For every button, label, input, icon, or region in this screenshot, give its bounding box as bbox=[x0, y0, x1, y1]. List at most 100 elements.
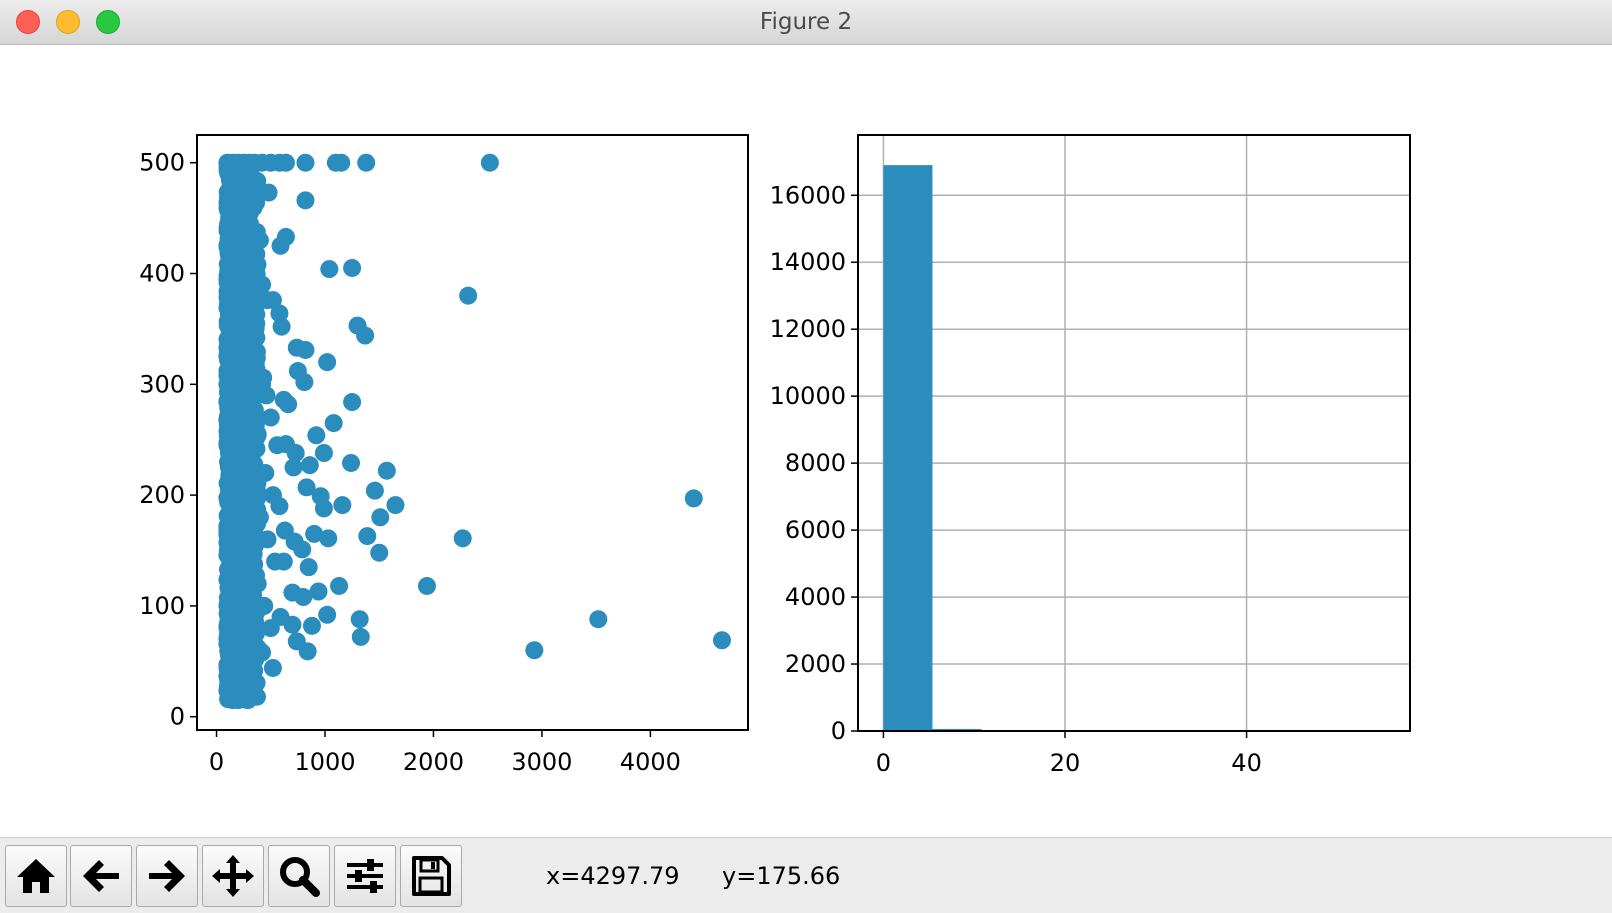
scatter-point bbox=[366, 482, 384, 500]
y-tick-label: 2000 bbox=[785, 650, 846, 678]
scatter-point bbox=[685, 489, 703, 507]
scatter-point bbox=[241, 187, 259, 205]
scatter-point bbox=[241, 443, 259, 461]
scatter-point bbox=[243, 220, 261, 238]
scatter-point bbox=[295, 373, 313, 391]
scatter-point bbox=[223, 276, 241, 294]
scatter-point bbox=[371, 508, 389, 526]
scatter-point bbox=[296, 191, 314, 209]
scatter-point bbox=[224, 691, 242, 709]
x-tick-label: 2000 bbox=[403, 748, 464, 776]
scatter-point bbox=[352, 628, 370, 646]
pan-button[interactable] bbox=[202, 845, 264, 907]
x-tick-label: 20 bbox=[1050, 749, 1081, 777]
forward-button[interactable] bbox=[136, 845, 198, 907]
scatter-point bbox=[296, 341, 314, 359]
scatter-point bbox=[264, 659, 282, 677]
scatter-point bbox=[264, 486, 282, 504]
y-tick-label: 500 bbox=[139, 149, 185, 177]
scatter-point bbox=[273, 318, 291, 336]
y-tick-label: 100 bbox=[139, 592, 185, 620]
scatter-point bbox=[320, 260, 338, 278]
scatter-point bbox=[262, 619, 280, 637]
scatter-point bbox=[301, 456, 319, 474]
scatter-point bbox=[221, 505, 239, 523]
x-tick-label: 4000 bbox=[620, 748, 681, 776]
x-tick-label: 0 bbox=[876, 749, 891, 777]
x-tick-label: 1000 bbox=[294, 748, 355, 776]
scatter-point bbox=[256, 464, 274, 482]
scatter-point bbox=[713, 631, 731, 649]
scatter-point bbox=[230, 396, 248, 414]
x-tick-label: 0 bbox=[209, 748, 224, 776]
scatter-point bbox=[221, 564, 239, 582]
histogram-axes-frame bbox=[858, 135, 1410, 731]
y-tick-label: 14000 bbox=[770, 248, 846, 276]
y-tick-label: 6000 bbox=[785, 516, 846, 544]
scatter-point bbox=[325, 414, 343, 432]
scatter-point bbox=[257, 386, 275, 404]
scatter-point bbox=[224, 632, 242, 650]
home-button[interactable] bbox=[5, 845, 67, 907]
scatter-point bbox=[221, 529, 239, 547]
scatter-point bbox=[249, 575, 267, 593]
scatter-point bbox=[222, 327, 240, 345]
zoom-button[interactable] bbox=[268, 845, 330, 907]
scatter-point bbox=[260, 184, 278, 202]
y-tick-label: 10000 bbox=[770, 382, 846, 410]
scatter-point bbox=[218, 375, 236, 393]
scatter-point bbox=[481, 154, 499, 172]
scatter-point bbox=[249, 425, 267, 443]
x-tick-label: 3000 bbox=[511, 748, 572, 776]
navigation-toolbar: x=4297.79 y=175.66 bbox=[0, 837, 1612, 913]
scatter-point bbox=[247, 253, 265, 271]
save-button[interactable] bbox=[400, 845, 462, 907]
configure-subplots-button[interactable] bbox=[334, 845, 396, 907]
y-tick-label: 300 bbox=[139, 370, 185, 398]
scatter-axes-frame bbox=[197, 135, 748, 730]
scatter-point bbox=[330, 577, 348, 595]
scatter-point bbox=[357, 154, 375, 172]
scatter-point bbox=[358, 527, 376, 545]
scatter-point bbox=[315, 444, 333, 462]
scatter-point bbox=[219, 427, 237, 445]
move-icon bbox=[211, 854, 255, 898]
scatter-plot: 010002000300040000100200300400500 bbox=[110, 120, 790, 820]
scatter-point bbox=[315, 499, 333, 517]
figure-canvas[interactable]: 010002000300040000100200300400500 020400… bbox=[0, 45, 1612, 837]
scatter-point bbox=[221, 347, 239, 365]
scatter-point bbox=[272, 237, 290, 255]
y-tick-label: 0 bbox=[831, 717, 846, 745]
scatter-point bbox=[333, 496, 351, 514]
scatter-point bbox=[259, 530, 277, 548]
y-tick-label: 4000 bbox=[785, 583, 846, 611]
y-tick-label: 8000 bbox=[785, 449, 846, 477]
scatter-point bbox=[327, 154, 345, 172]
scatter-point bbox=[356, 327, 374, 345]
grid-lines bbox=[858, 135, 1410, 731]
back-button[interactable] bbox=[70, 845, 132, 907]
scatter-point bbox=[300, 558, 318, 576]
scatter-point bbox=[262, 409, 280, 427]
x-coordinate-readout: x=4297.79 bbox=[546, 862, 680, 890]
scatter-point bbox=[253, 276, 271, 294]
x-tick-label: 40 bbox=[1231, 749, 1262, 777]
y-tick-label: 0 bbox=[170, 703, 185, 731]
floppy-disk-icon bbox=[409, 854, 453, 898]
y-tick-label: 12000 bbox=[770, 315, 846, 343]
scatter-point bbox=[220, 229, 238, 247]
scatter-point bbox=[343, 259, 361, 277]
histogram-bars bbox=[883, 165, 1373, 731]
scatter-point bbox=[238, 165, 256, 183]
scatter-point bbox=[279, 395, 297, 413]
scatter-point bbox=[303, 617, 321, 635]
scatter-point bbox=[231, 467, 249, 485]
title-bar: Figure 2 bbox=[0, 0, 1612, 45]
sliders-icon bbox=[343, 854, 387, 898]
home-icon bbox=[14, 854, 58, 898]
y-tick-label: 200 bbox=[139, 481, 185, 509]
scatter-point bbox=[296, 154, 314, 172]
scatter-point bbox=[454, 529, 472, 547]
arrow-right-icon bbox=[145, 854, 189, 898]
scatter-point bbox=[247, 320, 265, 338]
